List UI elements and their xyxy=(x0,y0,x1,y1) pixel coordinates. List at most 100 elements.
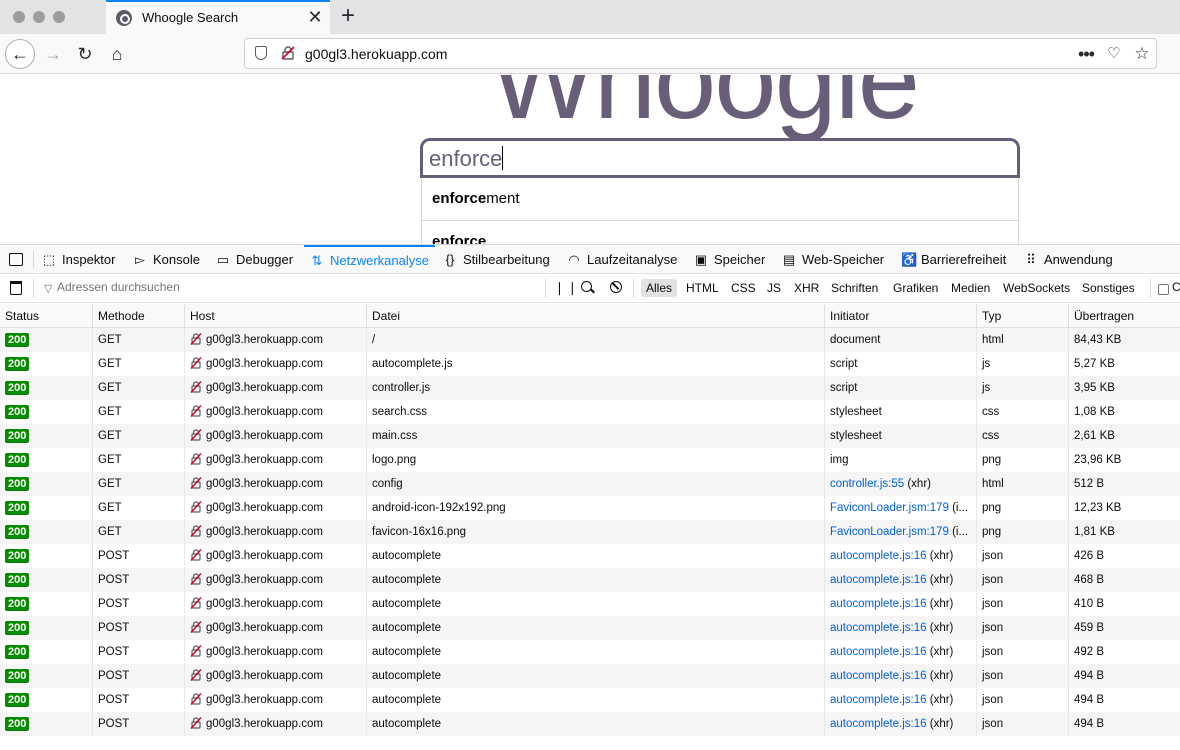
pause-icon[interactable]: ❘❘ xyxy=(554,280,580,296)
insecure-lock-icon[interactable] xyxy=(281,46,295,60)
block-requests-icon[interactable] xyxy=(610,281,622,293)
column-header-initiator[interactable]: Initiator xyxy=(825,304,977,328)
initiator-link[interactable]: controller.js:55 xyxy=(830,478,904,490)
tracking-protection-icon[interactable] xyxy=(255,46,267,60)
file-cell: config xyxy=(367,472,825,496)
column-header-host[interactable]: Host xyxy=(185,304,367,328)
file-cell: autocomplete.js xyxy=(367,352,825,376)
host-cell: g00gl3.herokuapp.com xyxy=(185,352,367,376)
initiator-link[interactable]: autocomplete.js:16 xyxy=(830,694,927,706)
initiator-link[interactable]: autocomplete.js:16 xyxy=(830,550,927,562)
type-filter-other[interactable]: Sonstiges xyxy=(1077,279,1140,297)
type-filter-html[interactable]: HTML xyxy=(681,279,724,297)
pocket-icon[interactable]: ♡ xyxy=(1104,44,1124,64)
tab-network[interactable]: ⇅ Netzwerkanalyse xyxy=(304,245,435,274)
initiator-link[interactable]: autocomplete.js:16 xyxy=(830,598,927,610)
transferred-cell: 12,23 KB xyxy=(1074,502,1122,514)
type-filter-images[interactable]: Grafiken xyxy=(888,279,943,297)
whoogle-logo: Whoogle xyxy=(490,75,920,142)
tab-style-editor[interactable]: {} Stilbearbeitung xyxy=(443,245,550,274)
type-filter-js[interactable]: JS xyxy=(762,279,786,297)
clear-log-icon[interactable] xyxy=(10,281,22,295)
back-button[interactable]: ← xyxy=(5,39,35,69)
tab-accessibility[interactable]: ♿ Barrierefreiheit xyxy=(901,245,1006,274)
minimize-window-button[interactable] xyxy=(33,11,45,23)
browser-tab[interactable]: Whoogle Search ✕ xyxy=(106,0,330,34)
tab-application[interactable]: ⠿ Anwendung xyxy=(1024,245,1112,274)
type-filter-fonts[interactable]: Schriften xyxy=(826,279,883,297)
tab-inspector[interactable]: ⬚ Inspektor xyxy=(42,245,116,274)
type-filter-css[interactable]: CSS xyxy=(726,279,761,297)
table-row[interactable]: 200 POST g00gl3.herokuapp.com autocomplete a… xyxy=(0,664,1180,688)
suggestion-item[interactable]: enforcement xyxy=(422,178,1018,221)
type-filter-media[interactable]: Medien xyxy=(946,279,995,297)
url-text[interactable]: g00gl3.herokuapp.com xyxy=(305,46,447,62)
forward-button[interactable]: → xyxy=(38,39,68,69)
table-row[interactable]: 200 GET g00gl3.herokuapp.com config controll… xyxy=(0,472,1180,496)
column-header-transferred[interactable]: Übertragen xyxy=(1069,304,1180,328)
type-filter-websockets[interactable]: WebSockets xyxy=(998,279,1075,297)
table-row[interactable]: 200 POST g00gl3.herokuapp.com autocomplete a… xyxy=(0,712,1180,736)
tab-storage[interactable]: ▤ Web-Speicher xyxy=(782,245,884,274)
initiator-link[interactable]: autocomplete.js:16 xyxy=(830,622,927,634)
transferred-cell: 84,43 KB xyxy=(1074,334,1122,346)
initiator-link[interactable]: FaviconLoader.jsm:179 xyxy=(830,502,949,514)
search-icon[interactable] xyxy=(581,281,592,292)
insecure-lock-icon xyxy=(190,453,202,465)
column-header-type[interactable]: Typ xyxy=(977,304,1069,328)
table-row[interactable]: 200 POST g00gl3.herokuapp.com autocomplete a… xyxy=(0,688,1180,712)
table-row[interactable]: 200 GET g00gl3.herokuapp.com search.css styl… xyxy=(0,400,1180,424)
table-row[interactable]: 200 POST g00gl3.herokuapp.com autocomplete a… xyxy=(0,544,1180,568)
initiator-link[interactable]: FaviconLoader.jsm:179 xyxy=(830,526,949,538)
insecure-lock-icon xyxy=(190,645,202,657)
table-row[interactable]: 200 GET g00gl3.herokuapp.com android-icon-1… xyxy=(0,496,1180,520)
table-row[interactable]: 200 GET g00gl3.herokuapp.com main.css styles… xyxy=(0,424,1180,448)
file-cell: autocomplete xyxy=(367,616,825,640)
table-row[interactable]: 200 GET g00gl3.herokuapp.com autocomplete.j… xyxy=(0,352,1180,376)
new-tab-button[interactable]: + xyxy=(336,3,360,29)
column-header-status[interactable]: Status xyxy=(0,304,93,328)
table-row[interactable]: 200 GET g00gl3.herokuapp.com logo.png img png… xyxy=(0,448,1180,472)
table-row[interactable]: 200 POST g00gl3.herokuapp.com autocomplete a… xyxy=(0,616,1180,640)
tab-console[interactable]: ▻ Konsole xyxy=(133,245,200,274)
host-text: g00gl3.herokuapp.com xyxy=(206,358,323,370)
type-cell: json xyxy=(977,664,1069,688)
initiator-link[interactable]: autocomplete.js:16 xyxy=(830,574,927,586)
type-cell: js xyxy=(977,376,1069,400)
table-row[interactable]: 200 GET g00gl3.herokuapp.com / document html 8… xyxy=(0,328,1180,352)
tab-debugger[interactable]: ▭ Debugger xyxy=(216,245,293,274)
reload-button[interactable]: ↻ xyxy=(70,39,100,69)
column-header-file[interactable]: Datei xyxy=(367,304,825,328)
close-window-button[interactable] xyxy=(13,11,25,23)
page-actions-icon[interactable]: ••• xyxy=(1076,44,1096,64)
bookmark-star-icon[interactable]: ☆ xyxy=(1132,44,1152,64)
search-input-value[interactable]: enforce xyxy=(429,146,504,172)
table-row[interactable]: 200 POST g00gl3.herokuapp.com autocomplete a… xyxy=(0,568,1180,592)
column-header-method[interactable]: Methode xyxy=(93,304,185,328)
url-bar[interactable]: g00gl3.herokuapp.com ••• ♡ ☆ xyxy=(244,38,1157,69)
url-filter-input[interactable] xyxy=(57,280,527,294)
tab-memory[interactable]: ▣ Speicher xyxy=(694,245,765,274)
initiator-suffix: (xhr) xyxy=(926,574,954,586)
suggestion-item[interactable]: enforce xyxy=(422,221,1018,244)
initiator-link[interactable]: autocomplete.js:16 xyxy=(830,718,927,730)
table-row[interactable]: 200 POST g00gl3.herokuapp.com autocomplete a… xyxy=(0,592,1180,616)
initiator-link[interactable]: autocomplete.js:16 xyxy=(830,670,927,682)
method-cell: POST xyxy=(93,592,185,616)
table-row[interactable]: 200 GET g00gl3.herokuapp.com controller.js s… xyxy=(0,376,1180,400)
persist-logs-checkbox[interactable] xyxy=(1158,284,1169,295)
type-filter-all[interactable]: Alles xyxy=(641,279,678,297)
table-row[interactable]: 200 GET g00gl3.herokuapp.com favicon-16x16.… xyxy=(0,520,1180,544)
tab-performance[interactable]: ◠ Laufzeitanalyse xyxy=(567,245,677,274)
status-badge: 200 xyxy=(5,357,30,371)
type-filter-xhr[interactable]: XHR xyxy=(789,279,824,297)
insecure-lock-icon xyxy=(190,693,202,705)
tab-close-icon[interactable]: ✕ xyxy=(305,7,325,27)
home-button[interactable]: ⌂ xyxy=(102,39,132,69)
maximize-window-button[interactable] xyxy=(53,11,65,23)
initiator-link[interactable]: autocomplete.js:16 xyxy=(830,646,927,658)
element-picker-icon[interactable] xyxy=(9,253,23,266)
type-cell: json xyxy=(977,688,1069,712)
search-input[interactable]: enforce xyxy=(420,138,1020,178)
table-row[interactable]: 200 POST g00gl3.herokuapp.com autocomplete a… xyxy=(0,640,1180,664)
